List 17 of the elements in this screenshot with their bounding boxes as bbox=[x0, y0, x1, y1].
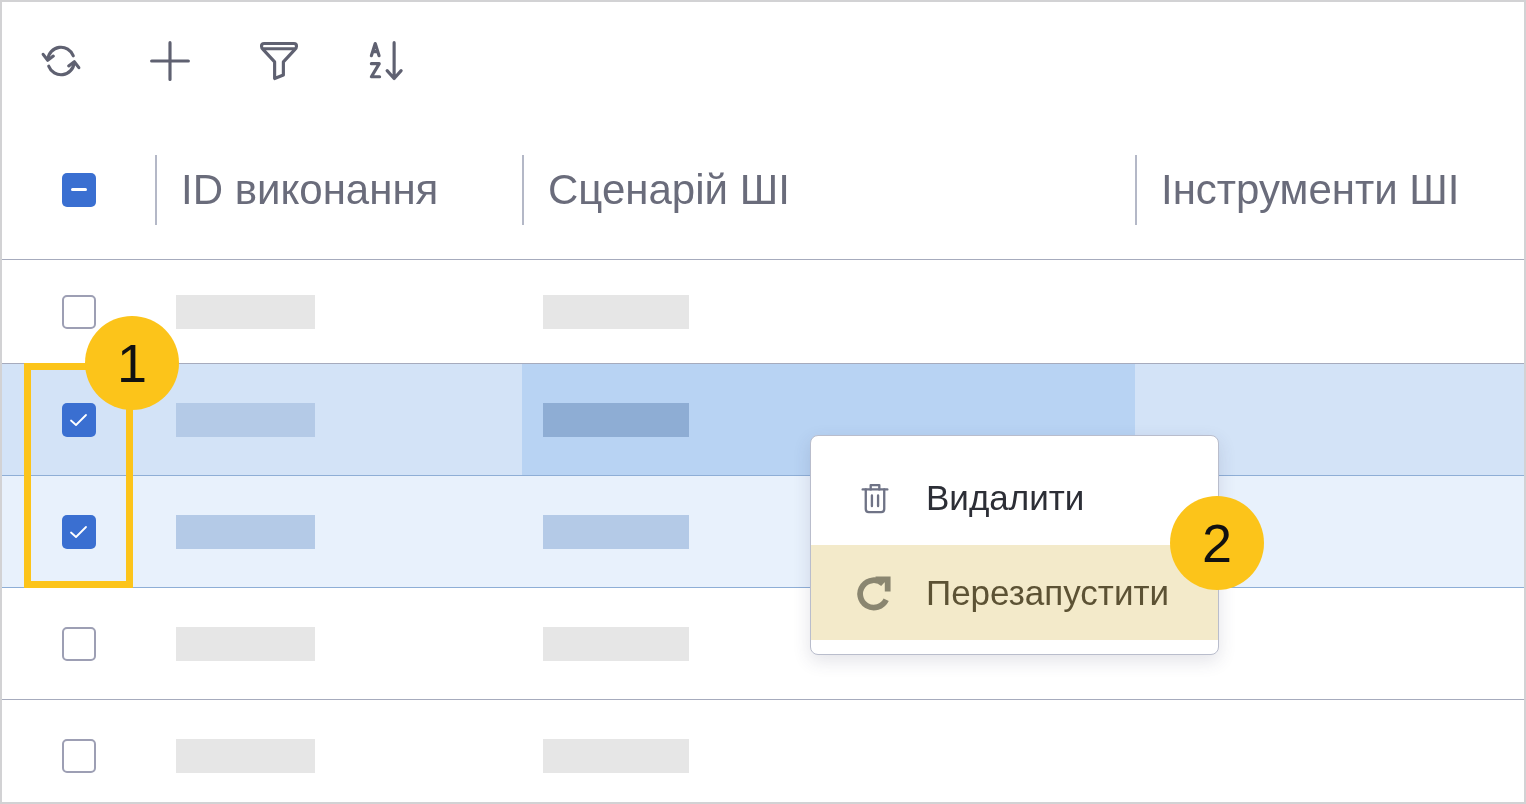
row-checkbox[interactable] bbox=[61, 402, 96, 437]
column-header[interactable]: Інструменти ШІ bbox=[1161, 165, 1460, 214]
menu-item[interactable]: Видалити bbox=[811, 450, 1097, 545]
select-all-checkbox[interactable] bbox=[61, 172, 96, 207]
column-header[interactable]: Сценарій ШІ bbox=[548, 165, 790, 214]
row-checkbox[interactable] bbox=[61, 294, 96, 329]
checkmark-icon bbox=[70, 413, 87, 426]
trash-icon bbox=[860, 481, 890, 514]
checkmark-icon bbox=[70, 525, 87, 538]
redo-icon bbox=[855, 573, 893, 612]
minus-icon bbox=[70, 188, 87, 191]
row-checkbox[interactable] bbox=[61, 738, 96, 773]
add-icon[interactable] bbox=[149, 40, 191, 82]
column-header[interactable]: ID виконання bbox=[181, 165, 439, 214]
row-checkbox[interactable] bbox=[61, 514, 96, 549]
row-checkbox[interactable] bbox=[61, 626, 96, 661]
filter-icon[interactable] bbox=[258, 40, 300, 82]
